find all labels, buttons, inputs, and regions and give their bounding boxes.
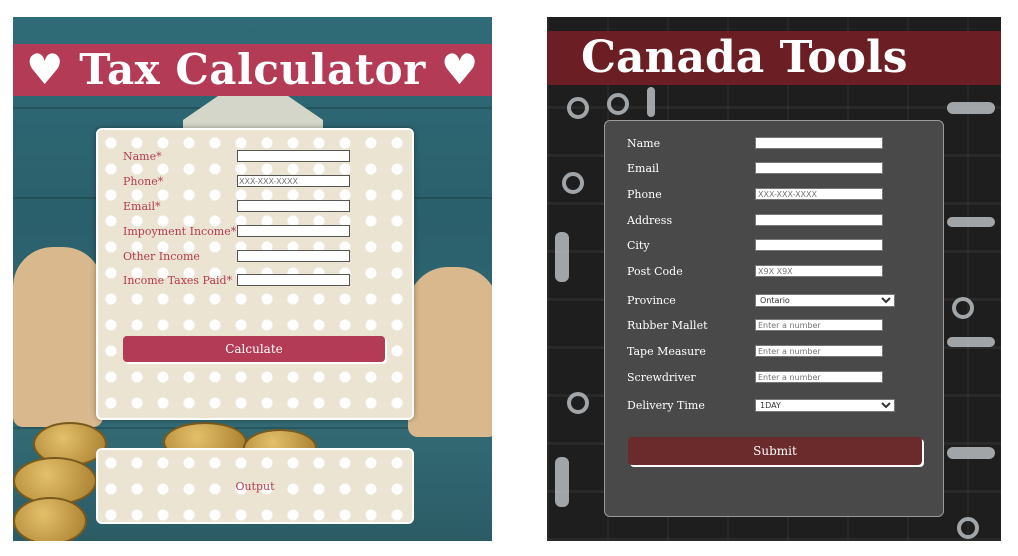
- wrench-image: [947, 337, 995, 347]
- employment-income-label: Impoyment Income*: [123, 225, 237, 238]
- wrench-ring-image: [957, 517, 979, 539]
- name-label: Name: [627, 137, 661, 150]
- tape-measure-quantity[interactable]: [755, 345, 883, 357]
- submit-button[interactable]: Submit: [628, 437, 922, 465]
- delivery-time-select[interactable]: 1DAY: [755, 399, 895, 412]
- canada-tools-title: Canada Tools: [547, 31, 1001, 85]
- paper-figure-image: [408, 267, 492, 437]
- phone-field[interactable]: [237, 175, 350, 187]
- other-income-label: Other Income: [123, 250, 200, 263]
- name-label: Name*: [123, 150, 162, 163]
- key-image: [647, 87, 655, 117]
- wrench-image: [947, 217, 995, 227]
- wrench-image: [947, 447, 995, 459]
- email-label: Email: [627, 162, 660, 175]
- output-box: Output: [96, 448, 414, 524]
- wrench-ring-image: [567, 97, 589, 119]
- email-label: Email*: [123, 200, 161, 213]
- coin-image: [13, 497, 87, 541]
- paper-figure-image: [13, 247, 103, 427]
- pliers-image: [555, 457, 569, 507]
- phone-field[interactable]: [755, 188, 883, 200]
- canada-tools-form: Name Email Phone Address City Post Code …: [604, 120, 944, 517]
- address-label: Address: [627, 214, 673, 227]
- phone-label: Phone*: [123, 175, 164, 188]
- other-income-field[interactable]: [237, 250, 350, 262]
- delivery-time-label: Delivery Time: [627, 399, 705, 412]
- tax-form: Name* Phone* Email* Impoyment Income* Ot…: [96, 128, 414, 420]
- name-field[interactable]: [755, 137, 883, 149]
- screwdriver-quantity[interactable]: [755, 371, 883, 383]
- province-label: Province: [627, 294, 676, 307]
- city-label: City: [627, 239, 650, 252]
- rubber-mallet-quantity[interactable]: [755, 319, 883, 331]
- tape-measure-label: Tape Measure: [627, 345, 706, 358]
- rubber-mallet-label: Rubber Mallet: [627, 319, 708, 332]
- email-field[interactable]: [237, 200, 350, 212]
- calculate-button[interactable]: Calculate: [123, 336, 385, 362]
- wrench-image: [947, 102, 995, 114]
- wrench-ring-image: [562, 172, 584, 194]
- address-field[interactable]: [755, 214, 883, 226]
- post-code-label: Post Code: [627, 265, 683, 278]
- canada-tools-panel: Canada Tools Name Email Phone Address Ci…: [547, 17, 1001, 541]
- post-code-field[interactable]: [755, 265, 883, 277]
- wrench-ring-image: [567, 392, 589, 414]
- employment-income-field[interactable]: [237, 225, 350, 237]
- output-label: Output: [235, 480, 275, 493]
- screwdriver-label: Screwdriver: [627, 371, 696, 384]
- pliers-image: [555, 232, 569, 282]
- income-taxes-paid-label: Income Taxes Paid*: [123, 274, 233, 287]
- province-select[interactable]: Ontario: [755, 294, 895, 307]
- name-field[interactable]: [237, 150, 350, 162]
- income-taxes-paid-field[interactable]: [237, 274, 350, 286]
- tax-calculator-title: ♥ Tax Calculator ♥: [13, 44, 492, 96]
- wrench-ring-image: [607, 93, 629, 115]
- email-field[interactable]: [755, 162, 883, 174]
- wrench-ring-image: [952, 297, 974, 319]
- city-field[interactable]: [755, 239, 883, 251]
- tax-calculator-panel: ♥ Tax Calculator ♥ Name* Phone* Email* I…: [13, 17, 492, 541]
- phone-label: Phone: [627, 188, 662, 201]
